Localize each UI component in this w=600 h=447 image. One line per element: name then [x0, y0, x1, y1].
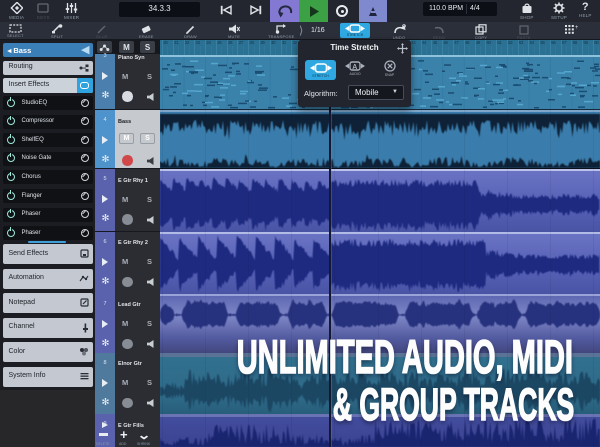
svg-text:A: A [352, 64, 357, 71]
svg-text:+: + [575, 25, 578, 31]
